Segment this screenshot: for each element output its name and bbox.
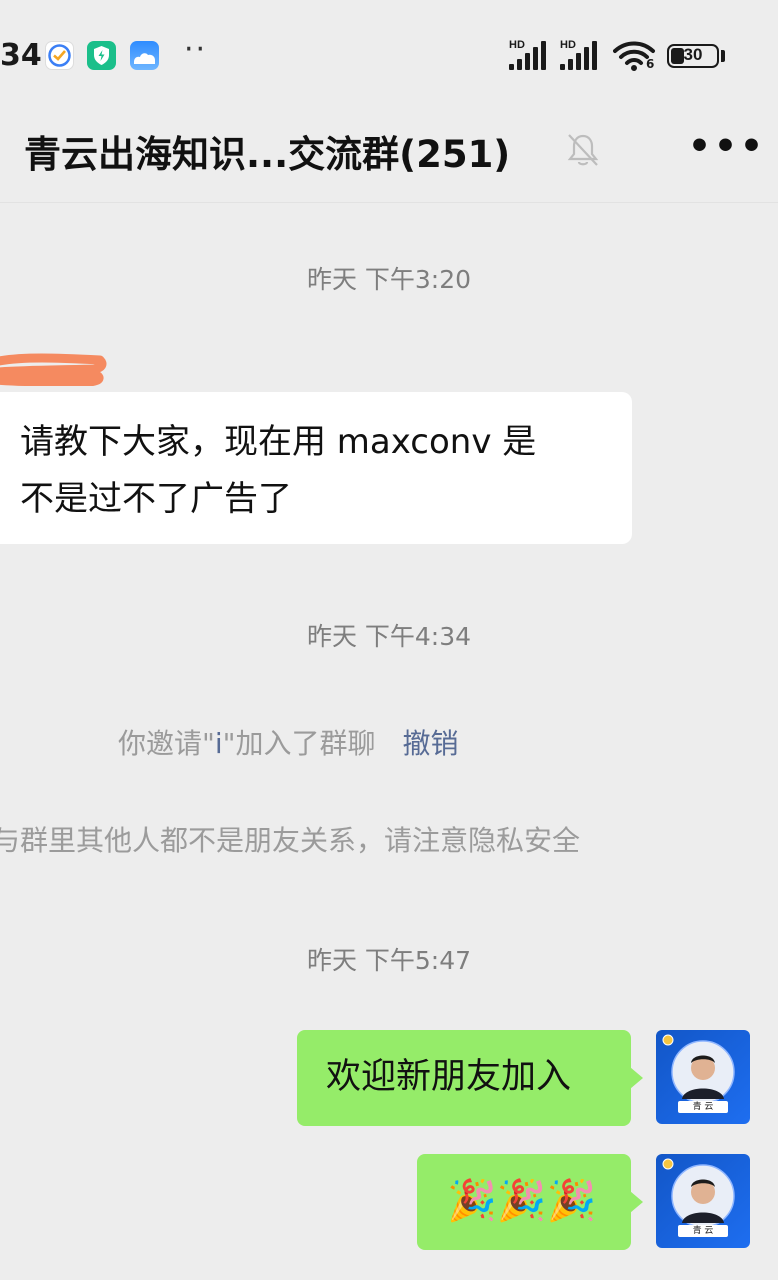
shield-app-icon bbox=[87, 41, 116, 70]
chat-header: 青云出海知识...交流群(251) ••• bbox=[0, 110, 778, 203]
more-icon[interactable]: ••• bbox=[688, 126, 766, 167]
wifi-icon: 6 bbox=[613, 40, 659, 72]
avatar[interactable]: 青 云 bbox=[656, 1030, 750, 1124]
avatar[interactable]: 青 云 bbox=[656, 1154, 750, 1248]
system-invite-notice: 你邀请"i"加入了群聊 撤销 bbox=[118, 727, 459, 760]
redacted-sender-name bbox=[0, 353, 107, 386]
signal-icon: HD bbox=[509, 39, 553, 70]
incoming-message-bubble[interactable]: 请教下大家，现在用 maxconv 是 不是过不了广告了 bbox=[0, 392, 632, 544]
message-text-line: 不是过不了广告了 bbox=[20, 479, 292, 519]
avatar-caption: 青 云 bbox=[692, 1226, 714, 1236]
mute-bell-icon bbox=[566, 132, 600, 168]
outgoing-message-bubble[interactable]: 🎉🎉🎉 bbox=[417, 1154, 643, 1250]
chat-title[interactable]: 青云出海知识...交流群(251) bbox=[24, 124, 510, 178]
party-popper-emoji: 🎉🎉🎉 bbox=[447, 1178, 597, 1224]
signal-icon: HD bbox=[560, 39, 604, 70]
status-time: 34 bbox=[0, 38, 42, 73]
cloud-app-icon bbox=[130, 41, 159, 70]
message-text: 欢迎新朋友加入 bbox=[326, 1057, 572, 1097]
avatar-caption: 青 云 bbox=[692, 1102, 714, 1112]
message-timestamp: 昨天 下午4:34 bbox=[306, 622, 472, 651]
battery-icon: 30 bbox=[667, 44, 719, 68]
status-more-dots: ·· bbox=[184, 32, 208, 67]
checkmark-app-icon bbox=[45, 41, 74, 70]
outgoing-message-bubble[interactable]: 欢迎新朋友加入 bbox=[297, 1030, 643, 1126]
status-bar: 34 ·· HD HD 6 30 bbox=[0, 0, 778, 110]
message-text-line: 请教下大家，现在用 maxconv 是 bbox=[20, 422, 537, 462]
invited-member-name[interactable]: i bbox=[215, 727, 223, 760]
undo-invite-link[interactable]: 撤销 bbox=[402, 727, 458, 760]
message-timestamp: 昨天 下午5:47 bbox=[306, 946, 472, 975]
message-timestamp: 昨天 下午3:20 bbox=[306, 265, 472, 294]
system-privacy-notice: 与群里其他人都不是朋友关系，请注意隐私安全 bbox=[0, 824, 581, 857]
chat-screen: 34 ·· HD HD 6 30 青云出海知识...交流群(251) ••• 昨… bbox=[0, 0, 778, 1280]
